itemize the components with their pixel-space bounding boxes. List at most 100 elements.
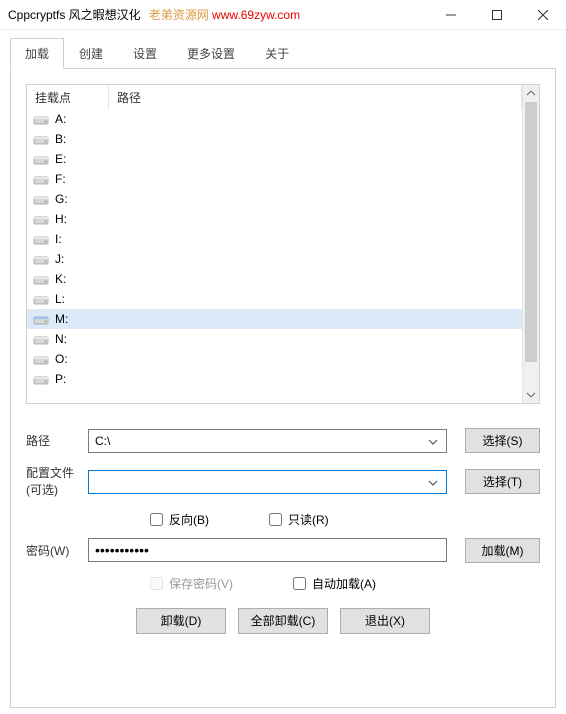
drive-row[interactable]: J: xyxy=(27,249,522,269)
vertical-scrollbar[interactable] xyxy=(522,85,539,403)
drive-label: G: xyxy=(55,192,68,206)
tab-strip: 加载 创建 设置 更多设置 关于 xyxy=(0,30,566,69)
drive-icon xyxy=(33,333,49,345)
automount-checkbox[interactable]: 自动加载(A) xyxy=(293,575,376,592)
drive-row[interactable]: E: xyxy=(27,149,522,169)
form-area: 路径 C:\ 选择(S) 配置文件 (可选) 选择(T) xyxy=(26,428,540,634)
drive-row[interactable]: B: xyxy=(27,129,522,149)
tab-about[interactable]: 关于 xyxy=(250,38,304,69)
drive-icon xyxy=(33,293,49,305)
reverse-checkbox[interactable]: 反向(B) xyxy=(150,511,209,528)
drive-icon xyxy=(33,193,49,205)
action-buttons: 卸载(D) 全部卸载(C) 退出(X) xyxy=(26,608,540,634)
drive-list-body: A: B: E: F: G: H: I: J: K: L: M: N: O: P… xyxy=(27,109,522,389)
path-value: C:\ xyxy=(95,434,426,448)
drive-row[interactable]: H: xyxy=(27,209,522,229)
watermark-text-b: www.69zyw.com xyxy=(212,8,300,22)
save-password-checkbox: 保存密码(V) xyxy=(150,575,233,592)
tab-load[interactable]: 加载 xyxy=(10,38,64,69)
drive-label: A: xyxy=(55,112,66,126)
drive-label: N: xyxy=(55,332,67,346)
minimize-button[interactable] xyxy=(428,0,474,29)
row-config: 配置文件 (可选) 选择(T) xyxy=(26,465,540,499)
drive-icon xyxy=(33,373,49,385)
drive-icon xyxy=(33,273,49,285)
drive-row[interactable]: F: xyxy=(27,169,522,189)
scroll-down-icon[interactable] xyxy=(523,386,539,403)
drive-label: I: xyxy=(55,232,62,246)
drive-row[interactable]: L: xyxy=(27,289,522,309)
tab-panel: 挂载点 路径 A: B: E: F: G: H: I: J: K: L: M: … xyxy=(10,68,556,708)
drive-label: L: xyxy=(55,292,65,306)
readonly-checkbox-input[interactable] xyxy=(269,513,282,526)
row-password: 密码(W) 加载(M) xyxy=(26,538,540,563)
drive-icon xyxy=(33,253,49,265)
drive-row[interactable]: N: xyxy=(27,329,522,349)
chevron-down-icon xyxy=(426,434,440,448)
chevron-down-icon xyxy=(426,475,440,489)
dismount-all-button[interactable]: 全部卸载(C) xyxy=(238,608,328,634)
drive-icon xyxy=(33,233,49,245)
drive-label: F: xyxy=(55,172,66,186)
drive-icon xyxy=(33,173,49,185)
drive-list-header: 挂载点 路径 xyxy=(27,85,522,109)
tab-create[interactable]: 创建 xyxy=(64,38,118,69)
save-password-checkbox-input xyxy=(150,577,163,590)
titlebar: Cppcryptfs 风之暇想汉化 老弟资源网 www.69zyw.com xyxy=(0,0,566,30)
minimize-icon xyxy=(446,10,456,20)
select-path-button[interactable]: 选择(S) xyxy=(465,428,540,453)
mount-button[interactable]: 加载(M) xyxy=(465,538,540,563)
drive-row[interactable]: P: xyxy=(27,369,522,389)
column-mount-point[interactable]: 挂载点 xyxy=(27,85,109,109)
select-config-button[interactable]: 选择(T) xyxy=(465,469,540,494)
window-title: Cppcryptfs 风之暇想汉化 xyxy=(8,6,141,23)
watermark: 老弟资源网 www.69zyw.com xyxy=(149,6,300,23)
drive-row[interactable]: G: xyxy=(27,189,522,209)
scroll-up-icon[interactable] xyxy=(523,85,539,102)
save-password-label: 保存密码(V) xyxy=(169,575,233,592)
config-combo[interactable] xyxy=(88,470,447,494)
config-label: 配置文件 (可选) xyxy=(26,465,88,499)
drive-icon xyxy=(33,213,49,225)
dismount-button[interactable]: 卸载(D) xyxy=(136,608,226,634)
readonly-checkbox[interactable]: 只读(R) xyxy=(269,511,329,528)
drive-label: J: xyxy=(55,252,64,266)
drive-label: K: xyxy=(55,272,66,286)
scroll-thumb[interactable] xyxy=(525,102,537,362)
close-button[interactable] xyxy=(520,0,566,29)
window-controls xyxy=(428,0,566,29)
password-input[interactable] xyxy=(88,538,447,562)
reverse-checkbox-input[interactable] xyxy=(150,513,163,526)
reverse-label: 反向(B) xyxy=(169,511,209,528)
readonly-label: 只读(R) xyxy=(288,511,329,528)
config-optional-text: (可选) xyxy=(26,483,58,497)
drive-icon xyxy=(33,113,49,125)
tab-settings[interactable]: 设置 xyxy=(118,38,172,69)
drive-label: M: xyxy=(55,312,68,326)
drive-icon xyxy=(33,313,49,325)
drive-icon xyxy=(33,353,49,365)
watermark-text-a: 老弟资源网 xyxy=(149,8,209,22)
column-path[interactable]: 路径 xyxy=(109,85,522,109)
automount-checkbox-input[interactable] xyxy=(293,577,306,590)
drive-row[interactable]: O: xyxy=(27,349,522,369)
close-icon xyxy=(538,10,548,20)
drive-row[interactable]: I: xyxy=(27,229,522,249)
path-label: 路径 xyxy=(26,432,88,449)
maximize-button[interactable] xyxy=(474,0,520,29)
exit-button[interactable]: 退出(X) xyxy=(340,608,430,634)
path-combo[interactable]: C:\ xyxy=(88,429,447,453)
drive-row[interactable]: M: xyxy=(27,309,522,329)
drive-list-inner: 挂载点 路径 A: B: E: F: G: H: I: J: K: L: M: … xyxy=(27,85,522,403)
scroll-track[interactable] xyxy=(523,102,539,386)
tab-more-settings[interactable]: 更多设置 xyxy=(172,38,250,69)
automount-label: 自动加载(A) xyxy=(312,575,376,592)
row-savepw-automount: 保存密码(V) 自动加载(A) xyxy=(26,575,540,592)
drive-row[interactable]: A: xyxy=(27,109,522,129)
drive-row[interactable]: K: xyxy=(27,269,522,289)
maximize-icon xyxy=(492,10,502,20)
config-label-text: 配置文件 xyxy=(26,466,74,480)
drive-label: B: xyxy=(55,132,66,146)
drive-list: 挂载点 路径 A: B: E: F: G: H: I: J: K: L: M: … xyxy=(26,84,540,404)
row-reverse-readonly: 反向(B) 只读(R) xyxy=(26,511,540,528)
